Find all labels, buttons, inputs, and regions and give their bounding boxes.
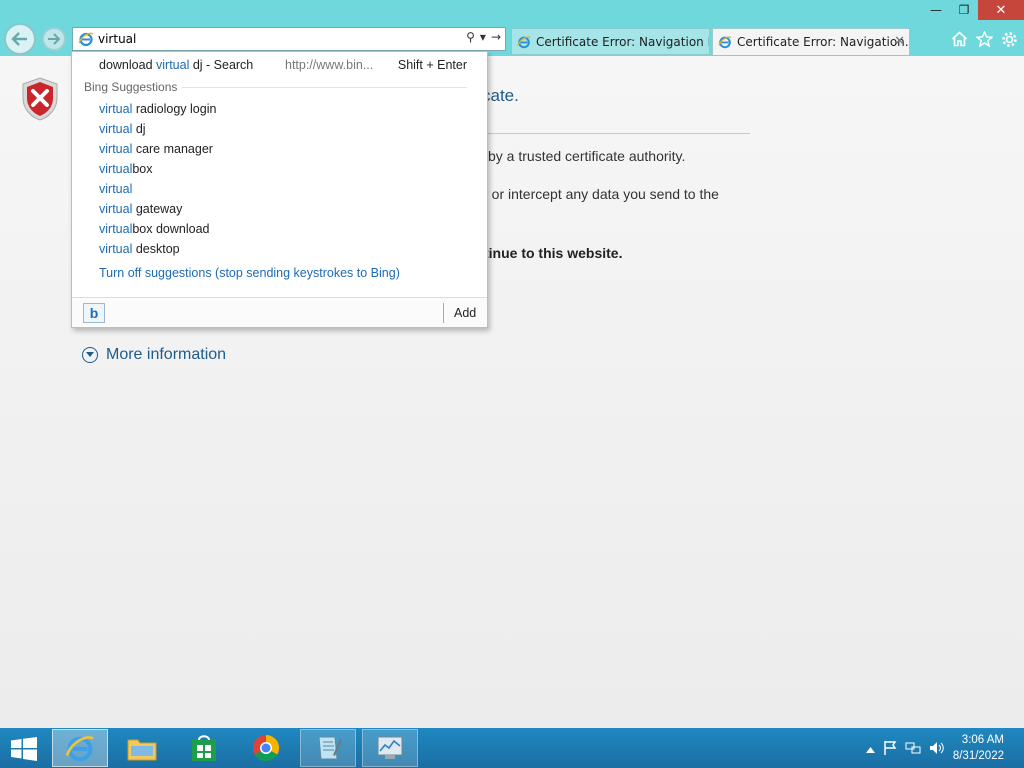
clock-time: 3:06 AM xyxy=(961,734,1004,746)
restore-button[interactable]: ❐ xyxy=(950,0,978,20)
action-center-flag-icon[interactable] xyxy=(883,740,897,759)
divider xyxy=(443,303,444,323)
go-arrow-icon[interactable]: → xyxy=(491,30,501,44)
clock-date: 8/31/2022 xyxy=(952,750,1004,762)
suggestion-highlight: virtual xyxy=(99,142,133,156)
address-bar-tools: ⚲ ▾ → xyxy=(466,30,501,44)
taskbar-store[interactable] xyxy=(176,729,232,767)
suggestion-item[interactable]: virtual gateway xyxy=(99,199,216,219)
expand-chevron-icon xyxy=(82,347,98,363)
suggestion-highlight: virtual xyxy=(99,182,133,196)
tab-certificate-error-2[interactable]: Certificate Error: Navigation... ✕ xyxy=(712,28,910,55)
taskbar-chrome[interactable] xyxy=(238,729,294,767)
bing-provider-icon[interactable]: b xyxy=(83,303,105,323)
folder-icon xyxy=(127,739,157,761)
taskbar-internet-explorer[interactable] xyxy=(52,729,108,767)
address-bar[interactable]: ⚲ ▾ → xyxy=(72,27,506,51)
more-information-link[interactable]: More information xyxy=(82,346,226,364)
search-provider-bar: b Add xyxy=(72,297,487,327)
taskbar-notepad[interactable] xyxy=(300,729,356,767)
query-prefix: download xyxy=(99,58,156,72)
tab-certificate-error-1[interactable]: Certificate Error: Navigation Bl... xyxy=(511,28,710,55)
continue-recommendation-text: tinue to this website. xyxy=(484,245,623,261)
browser-toolbar-icons xyxy=(950,30,1018,48)
suggestion-rest: desktop xyxy=(132,242,180,256)
favorites-star-icon[interactable] xyxy=(975,30,993,48)
query-highlight: virtual xyxy=(156,58,190,72)
chevron-down-icon[interactable]: ▾ xyxy=(480,30,486,44)
suggestion-rest: radiology login xyxy=(132,102,217,116)
suggestion-highlight: virtual xyxy=(99,162,133,176)
volume-icon[interactable] xyxy=(929,741,944,759)
search-url: http://www.bin... xyxy=(285,58,374,72)
suggestion-highlight: virtual xyxy=(99,242,133,256)
windows-logo-icon xyxy=(11,737,37,761)
suggestion-item[interactable]: virtual desktop xyxy=(99,239,216,259)
suggestion-rest: care manager xyxy=(132,142,213,156)
network-icon[interactable] xyxy=(905,741,921,759)
start-button[interactable] xyxy=(10,737,38,761)
suggestion-rest: dj xyxy=(132,122,146,136)
address-suggestions-dropdown: download virtual dj - Search http://www.… xyxy=(71,51,488,328)
taskbar-task-manager[interactable] xyxy=(362,729,418,767)
error-description-line: by a trusted certificate authority. xyxy=(488,148,686,164)
suggestion-item[interactable]: virtualbox download xyxy=(99,219,216,239)
taskbar: 3:06 AM 8/31/2022 xyxy=(0,728,1024,768)
home-icon[interactable] xyxy=(950,30,968,48)
search-query: download virtual dj - Search xyxy=(99,58,253,72)
query-suffix: dj - Search xyxy=(189,58,254,72)
close-window-button[interactable]: ✕ xyxy=(978,0,1024,20)
section-divider xyxy=(182,87,467,88)
suggestion-highlight: virtual xyxy=(99,222,133,236)
internet-explorer-icon xyxy=(76,29,96,49)
internet-explorer-icon xyxy=(717,34,733,50)
browser-titlebar: — ❐ ✕ ⚲ ▾ → xyxy=(0,0,1024,56)
suggestion-item[interactable]: virtual care manager xyxy=(99,139,216,159)
tab-label: Certificate Error: Navigation... xyxy=(737,35,909,49)
address-input[interactable] xyxy=(98,32,438,46)
suggestion-highlight: virtual xyxy=(99,122,133,136)
notepad-icon xyxy=(318,736,342,760)
security-shield-error-icon xyxy=(20,76,60,126)
divider xyxy=(482,133,750,134)
search-suggestion-row[interactable]: download virtual dj - Search http://www.… xyxy=(72,55,487,75)
suggestion-highlight: virtual xyxy=(99,202,133,216)
show-hidden-icons-icon[interactable] xyxy=(866,742,875,757)
suggestion-rest: gateway xyxy=(132,202,183,216)
suggestion-item[interactable]: virtual dj xyxy=(99,119,216,139)
tab-label: Certificate Error: Navigation Bl... xyxy=(536,34,709,49)
taskbar-file-explorer[interactable] xyxy=(114,729,170,767)
suggestion-rest: box download xyxy=(132,222,210,236)
section-title: Bing Suggestions xyxy=(84,80,178,94)
turn-off-suggestions-link[interactable]: Turn off suggestions (stop sending keyst… xyxy=(99,266,400,280)
system-tray xyxy=(866,740,944,759)
back-arrow-icon xyxy=(11,32,27,46)
suggestion-list: virtual radiology login virtual dj virtu… xyxy=(99,99,216,259)
suggestion-item[interactable]: virtual xyxy=(99,179,216,199)
forward-button[interactable] xyxy=(42,27,66,51)
internet-explorer-icon xyxy=(65,736,94,762)
error-description-line: u or intercept any data you send to the xyxy=(480,186,719,202)
task-manager-icon xyxy=(377,736,403,759)
system-clock[interactable]: 3:06 AM 8/31/2022 xyxy=(953,732,1004,764)
minimize-button[interactable]: — xyxy=(922,0,950,20)
internet-explorer-icon xyxy=(516,34,532,50)
suggestion-rest: box xyxy=(132,162,153,176)
forward-arrow-icon xyxy=(48,33,61,45)
settings-gear-icon[interactable] xyxy=(1000,30,1018,48)
store-icon xyxy=(192,735,216,761)
add-provider-button[interactable]: Add xyxy=(454,306,476,320)
keyboard-shortcut: Shift + Enter xyxy=(397,58,467,72)
suggestion-item[interactable]: virtual radiology login xyxy=(99,99,216,119)
window-controls: — ❐ ✕ xyxy=(922,0,1024,20)
more-information-label: More information xyxy=(106,346,227,363)
close-tab-icon[interactable]: ✕ xyxy=(894,34,905,49)
back-button[interactable] xyxy=(4,23,36,55)
suggestion-highlight: virtual xyxy=(99,102,133,116)
chrome-icon xyxy=(252,734,280,762)
suggestion-item[interactable]: virtualbox xyxy=(99,159,216,179)
search-icon[interactable]: ⚲ xyxy=(466,30,475,44)
